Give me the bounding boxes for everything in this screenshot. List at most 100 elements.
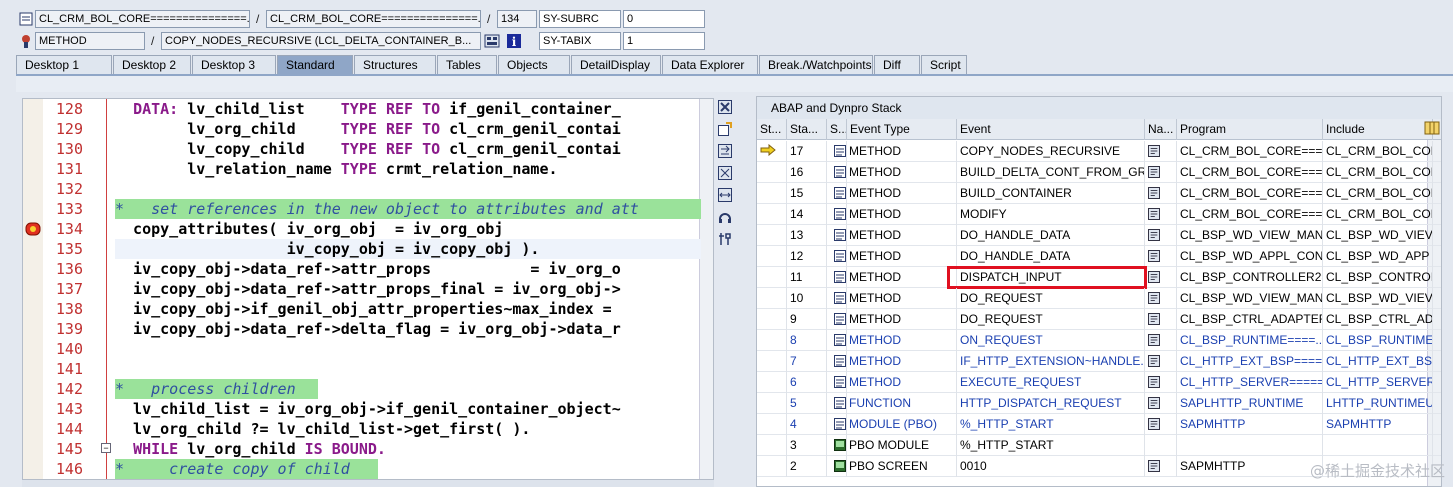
close-icon[interactable] <box>718 100 732 114</box>
breakpoint-icon[interactable] <box>25 222 41 236</box>
stack-row[interactable]: 4 MODULE (PBO) %_HTTP_START SAPMHTTP SAPMHTT… <box>757 414 1441 435</box>
stack-event[interactable]: BUILD_DELTA_CONT_FROM_GR... <box>957 162 1145 183</box>
navigate-icon[interactable] <box>1148 229 1160 241</box>
stack-nav-cell[interactable] <box>1145 225 1177 246</box>
column-header[interactable]: Event Type <box>847 119 957 140</box>
code-line[interactable]: 139 iv_copy_obj->data_ref->delta_flag = … <box>23 319 713 339</box>
stack-nav-cell[interactable] <box>1145 414 1177 435</box>
stack-row[interactable]: 5 FUNCTION HTTP_DISPATCH_REQUEST SAPLHTTP_R… <box>757 393 1441 414</box>
column-header[interactable]: Event <box>957 119 1145 140</box>
tab-tables[interactable]: Tables <box>437 55 497 75</box>
line-number-field[interactable]: 134 <box>497 10 537 28</box>
tab-diff[interactable]: Diff <box>874 55 920 75</box>
tab-objects[interactable]: Objects <box>498 55 570 75</box>
code-line[interactable]: 142 * process children <box>23 379 713 399</box>
stack-row[interactable]: 10 METHOD DO_REQUEST CL_BSP_WD_VIEW_MAN... C… <box>757 288 1441 309</box>
code-line[interactable]: 129 lv_org_child TYPE REF TO cl_crm_geni… <box>23 119 713 139</box>
stack-event[interactable]: BUILD_CONTAINER <box>957 183 1145 204</box>
code-line[interactable]: 144 lv_org_child ?= lv_child_list->get_f… <box>23 419 713 439</box>
stack-row[interactable]: 3 PBO MODULE %_HTTP_START <box>757 435 1441 456</box>
code-line[interactable]: 131 lv_relation_name TYPE crmt_relation_… <box>23 159 713 179</box>
stack-nav-cell[interactable] <box>1145 351 1177 372</box>
navigate-icon[interactable] <box>1148 397 1160 409</box>
variable-name-field-2[interactable]: SY-TABIX <box>539 32 621 50</box>
swap-icon[interactable] <box>718 144 732 158</box>
editor-horizontal-scrollbar[interactable] <box>22 480 714 487</box>
stack-row[interactable]: 13 METHOD DO_HANDLE_DATA CL_BSP_WD_VIEW_MAN… <box>757 225 1441 246</box>
navigate-icon[interactable] <box>1148 250 1160 262</box>
stack-nav-cell[interactable] <box>1145 288 1177 309</box>
navigate-icon[interactable] <box>1148 313 1160 325</box>
code-line[interactable]: 138 iv_copy_obj->if_genil_obj_attr_prope… <box>23 299 713 319</box>
code-line[interactable]: 143 lv_child_list = iv_org_obj->if_genil… <box>23 399 713 419</box>
stack-event[interactable]: 0010 <box>957 456 1145 477</box>
code-line[interactable]: 133 * set references in the new object to… <box>23 199 713 219</box>
column-header[interactable]: Na... <box>1145 119 1177 140</box>
stack-row[interactable]: 17 METHOD COPY_NODES_RECURSIVE CL_CRM_BOL_C… <box>757 141 1441 162</box>
maximize-icon[interactable] <box>718 166 732 180</box>
stack-nav-cell[interactable] <box>1145 456 1177 477</box>
stack-nav-cell[interactable] <box>1145 435 1177 456</box>
stack-event[interactable]: HTTP_DISPATCH_REQUEST <box>957 393 1145 414</box>
info-icon[interactable]: i <box>506 33 522 49</box>
tools-icon[interactable] <box>718 232 732 246</box>
navigate-icon[interactable] <box>1148 460 1160 472</box>
stack-event[interactable]: %_HTTP_START <box>957 435 1145 456</box>
code-line[interactable]: 132 <box>23 179 713 199</box>
variable-value-field-2[interactable]: 1 <box>623 32 705 50</box>
code-line[interactable]: 141 <box>23 359 713 379</box>
stack-row[interactable]: 14 METHOD MODIFY CL_CRM_BOL_CORE===... CL_CR… <box>757 204 1441 225</box>
tab-desktop-1[interactable]: Desktop 1 <box>16 55 112 75</box>
stack-nav-cell[interactable] <box>1145 162 1177 183</box>
tab-desktop-3[interactable]: Desktop 3 <box>192 55 276 75</box>
stack-nav-cell[interactable] <box>1145 372 1177 393</box>
program-field[interactable]: CL_CRM_BOL_CORE===============... <box>35 10 250 28</box>
stack-event[interactable]: %_HTTP_START <box>957 414 1145 435</box>
event-field[interactable]: COPY_NODES_RECURSIVE (LCL_DELTA_CONTAINE… <box>161 32 481 50</box>
column-header[interactable]: Include <box>1323 119 1433 140</box>
tab-data-explorer[interactable]: Data Explorer <box>662 55 758 75</box>
navigate-icon[interactable] <box>1148 355 1160 367</box>
code-line[interactable]: 134 copy_attributes( iv_org_obj = iv_org… <box>23 219 713 239</box>
stack-nav-cell[interactable] <box>1145 183 1177 204</box>
code-line[interactable]: 135 iv_copy_obj = iv_copy_obj ). <box>23 239 713 259</box>
stack-nav-cell[interactable] <box>1145 141 1177 162</box>
column-layout-icon[interactable] <box>1424 120 1440 136</box>
code-line[interactable]: 137 iv_copy_obj->data_ref->attr_props_fi… <box>23 279 713 299</box>
stack-event[interactable]: ON_REQUEST <box>957 330 1145 351</box>
event-type-field[interactable]: METHOD <box>35 32 145 50</box>
tab-desktop-2[interactable]: Desktop 2 <box>113 55 191 75</box>
code-line[interactable]: 128 DATA: lv_child_list TYPE REF TO if_g… <box>23 99 713 119</box>
stack-row[interactable]: 16 METHOD BUILD_DELTA_CONT_FROM_GR... CL_CR… <box>757 162 1441 183</box>
stack-event[interactable]: DO_REQUEST <box>957 309 1145 330</box>
column-header[interactable]: S... <box>827 119 847 140</box>
stack-event[interactable]: COPY_NODES_RECURSIVE <box>957 141 1145 162</box>
headset-icon[interactable] <box>718 210 732 224</box>
tab-script[interactable]: Script <box>921 55 967 75</box>
navigate-icon[interactable] <box>1148 166 1160 178</box>
navigate-icon[interactable] <box>1148 418 1160 430</box>
resize-icon[interactable] <box>718 188 732 202</box>
stack-event[interactable]: DO_REQUEST <box>957 288 1145 309</box>
tab-detaildisplay[interactable]: DetailDisplay <box>571 55 661 75</box>
column-header[interactable]: St... <box>757 119 787 140</box>
navigate-icon[interactable] <box>1148 271 1160 283</box>
stack-row[interactable]: 6 METHOD EXECUTE_REQUEST CL_HTTP_SERVER====… <box>757 372 1441 393</box>
fold-toggle-icon[interactable]: − <box>101 443 111 453</box>
stack-event[interactable]: DO_HANDLE_DATA <box>957 225 1145 246</box>
stack-row[interactable]: 12 METHOD DO_HANDLE_DATA CL_BSP_WD_APPL_CON… <box>757 246 1441 267</box>
stack-nav-cell[interactable] <box>1145 330 1177 351</box>
stack-nav-cell[interactable] <box>1145 267 1177 288</box>
stack-row[interactable]: 9 METHOD DO_REQUEST CL_BSP_CTRL_ADAPTER... C… <box>757 309 1441 330</box>
tab-standard[interactable]: Standard <box>277 55 353 75</box>
stack-event[interactable]: EXECUTE_REQUEST <box>957 372 1145 393</box>
variable-value-field-1[interactable]: 0 <box>623 10 705 28</box>
stack-row[interactable]: 15 METHOD BUILD_CONTAINER CL_CRM_BOL_CORE==… <box>757 183 1441 204</box>
tab-break-watchpoints[interactable]: Break./Watchpoints <box>759 55 873 75</box>
code-line[interactable]: 140 <box>23 339 713 359</box>
stack-nav-cell[interactable] <box>1145 246 1177 267</box>
column-header[interactable]: Sta... <box>787 119 827 140</box>
stack-event[interactable]: DO_HANDLE_DATA <box>957 246 1145 267</box>
stack-nav-cell[interactable] <box>1145 204 1177 225</box>
navigate-icon[interactable] <box>1148 376 1160 388</box>
